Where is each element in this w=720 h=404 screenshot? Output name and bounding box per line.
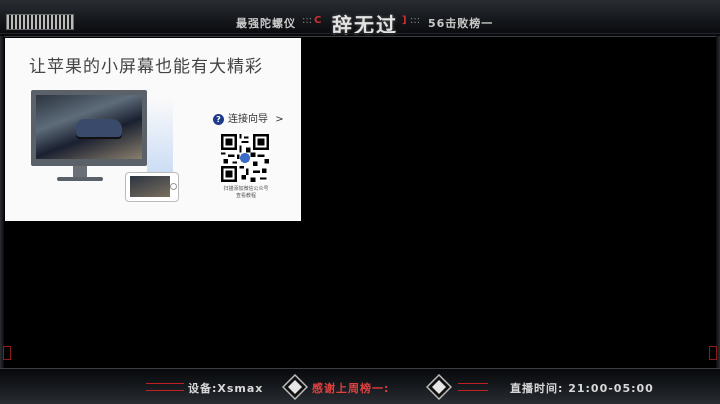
red-stripe-deco-left <box>146 383 184 391</box>
red-stripe-deco-right <box>458 383 488 391</box>
bracket-right: ] <box>402 15 407 26</box>
qr-caption-line2: 查看教程 <box>235 193 256 199</box>
qr-code-icon <box>221 134 269 182</box>
racing-car-image <box>76 119 122 137</box>
thanks-label: 感谢上周榜一: <box>312 382 390 395</box>
streamer-name-title: 辞无过 <box>332 13 398 37</box>
top-title-group: 最强陀螺仪 ::: C 辞无过 ] ::: 56击败榜一 <box>210 6 510 37</box>
schedule-label: 直播时间: 21:00-05:00 <box>510 382 654 395</box>
device-label: 设备:Xsmax <box>188 382 264 395</box>
qr-caption-line1: 扫描添加微信公众号 <box>223 186 269 192</box>
phone-screen <box>130 176 170 197</box>
corner-mark-right <box>709 346 717 360</box>
barcode-logo <box>6 14 74 30</box>
top-frame-bar: 最强陀螺仪 ::: C 辞无过 ] ::: 56击败榜一 <box>0 0 720 37</box>
guide-label: 连接向导 <box>228 114 268 125</box>
airplay-guide-card: 让苹果的小屏幕也能有大精彩 ? 连接向导 > 扫描添加微信公众号 查看教程 <box>5 38 301 221</box>
monitor-illustration <box>31 90 147 166</box>
diamond-emblem-icon <box>281 373 309 401</box>
card-title: 让苹果的小屏幕也能有大精彩 <box>29 57 263 77</box>
right-frame-rail <box>716 36 720 368</box>
top-right-text: 56击败榜一 <box>428 17 494 30</box>
connection-guide-link[interactable]: ? 连接向导 > <box>213 110 284 125</box>
monitor-screen <box>36 95 142 159</box>
stream-overlay: 最强陀螺仪 ::: C 辞无过 ] ::: 56击败榜一 让苹果的小屏幕也能有大… <box>0 0 720 404</box>
corner-mark-left <box>3 346 11 360</box>
chevron-right-icon: > <box>275 114 284 125</box>
bottom-frame-bar: 设备:Xsmax 感谢上周榜一: 直播时间: 21:00-05:00 <box>0 368 720 404</box>
left-frame-rail <box>0 36 4 368</box>
diamond-emblem-icon-right <box>425 373 453 401</box>
top-right-dots: ::: <box>410 15 421 26</box>
phone-home-button <box>170 183 177 190</box>
top-left-dots: ::: <box>302 15 313 26</box>
monitor-base <box>57 177 103 181</box>
help-circle-icon: ? <box>213 113 224 125</box>
bracket-left: C <box>314 15 322 26</box>
top-left-text: 最强陀螺仪 <box>236 17 296 30</box>
phone-illustration <box>125 172 179 202</box>
